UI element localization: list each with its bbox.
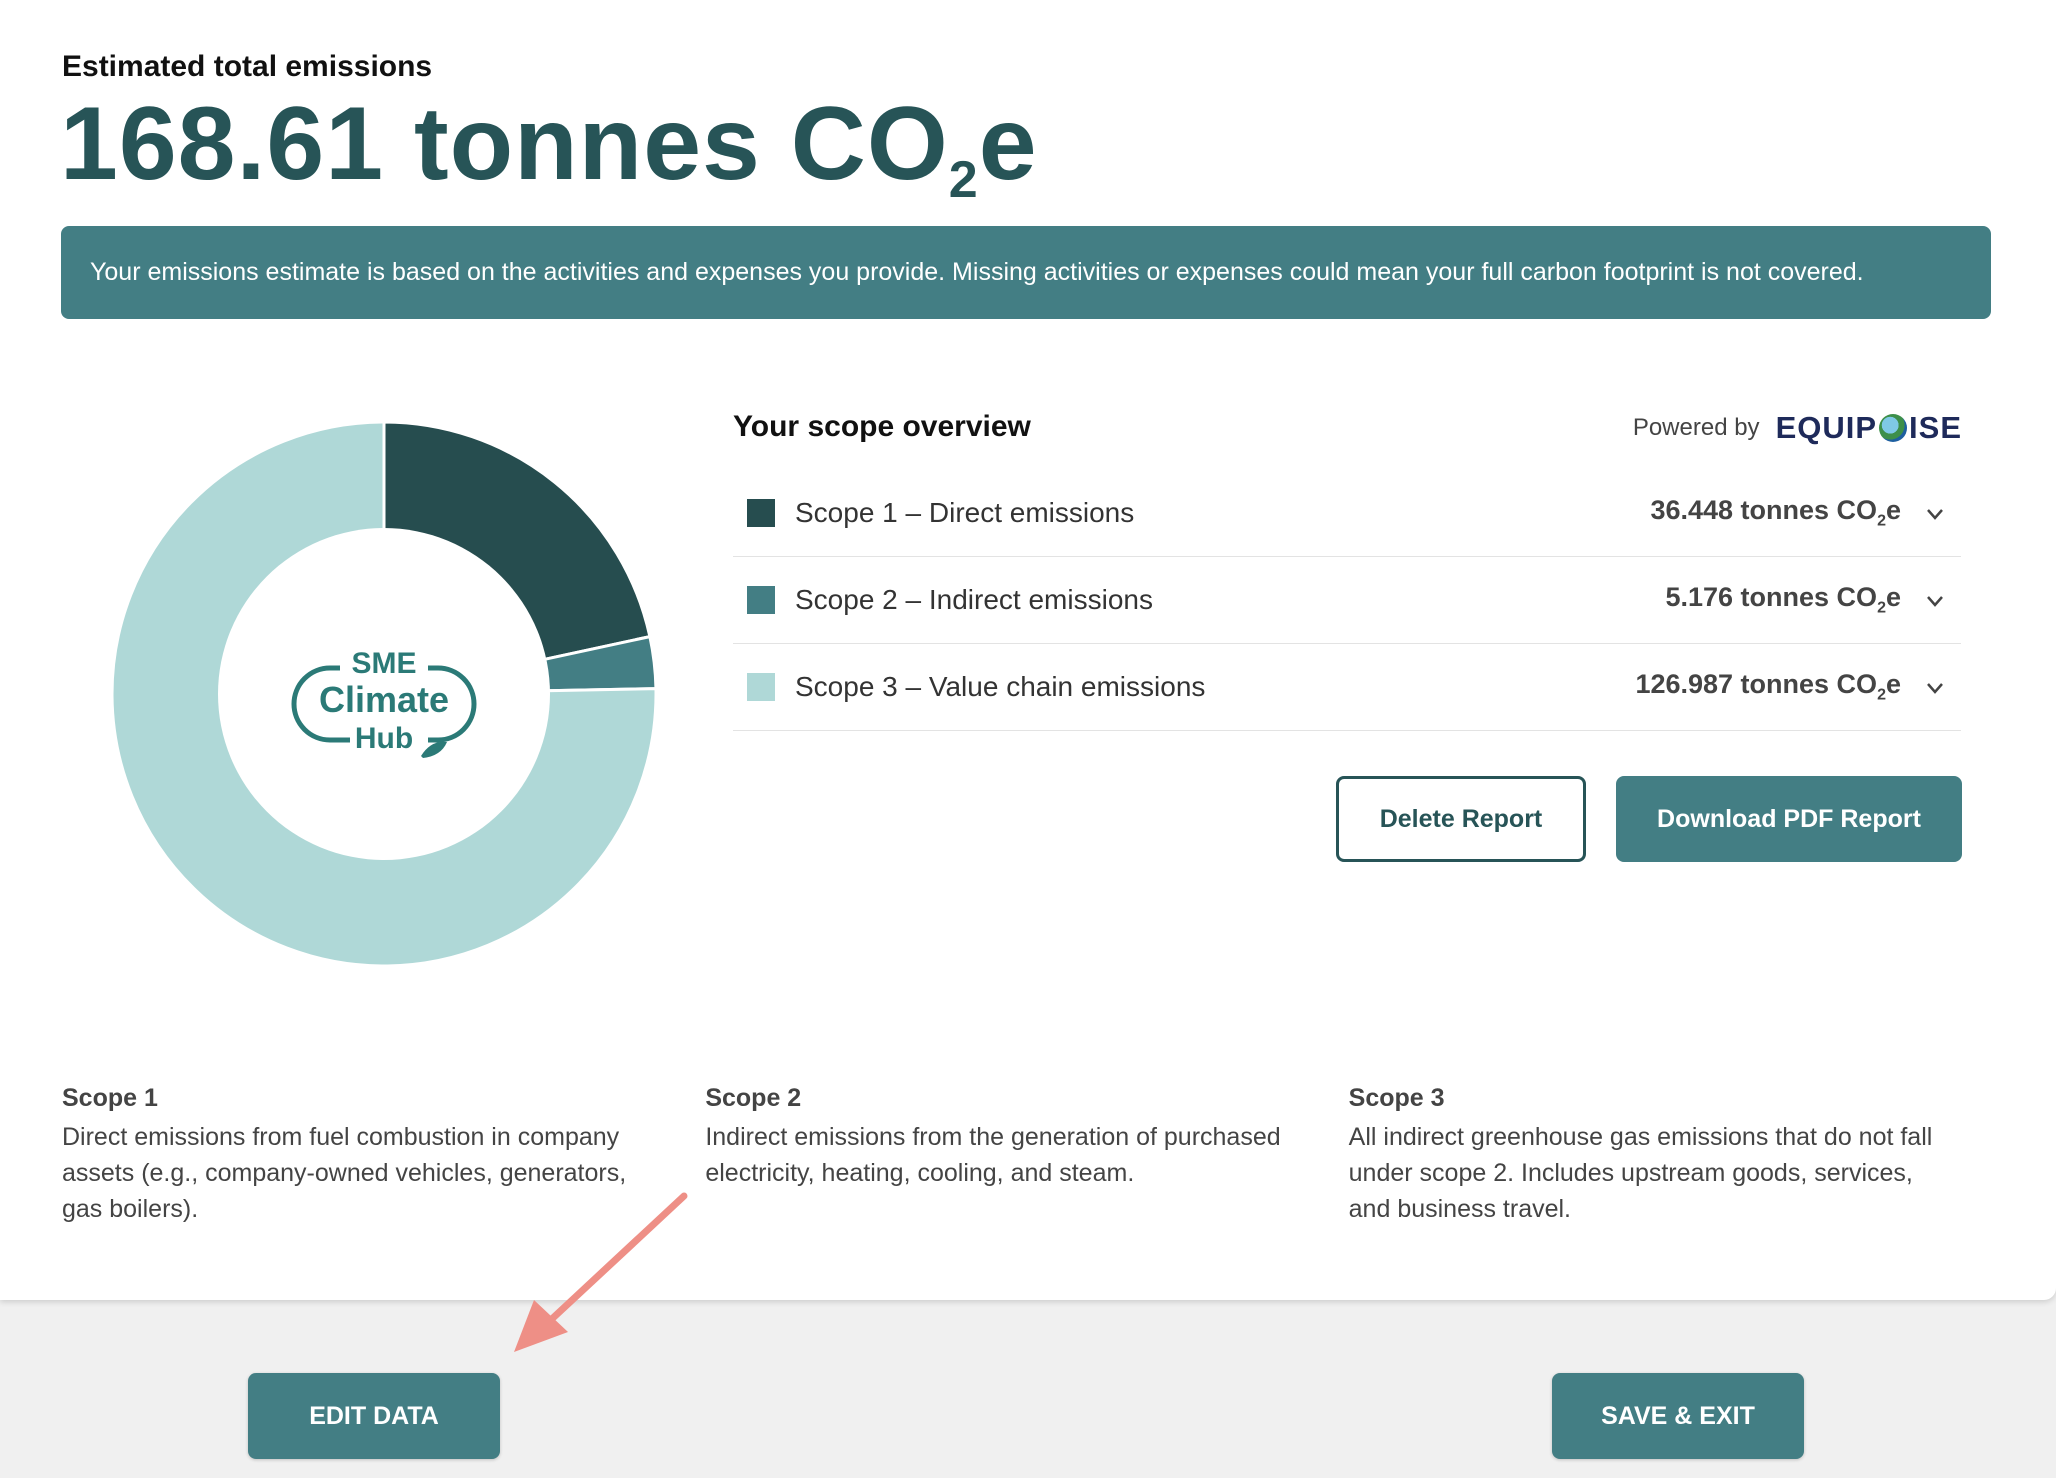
definition-text: Indirect emissions from the generation o…	[705, 1123, 1281, 1187]
info-banner: Your emissions estimate is based on the …	[61, 226, 1991, 319]
globe-icon	[1879, 414, 1908, 442]
scope-2-name: Scope 2 – Indirect emissions	[795, 584, 1153, 615]
scope-2-value: 5.176 tonnes CO2e	[1665, 582, 1901, 617]
scope-row-1[interactable]: Scope 1 – Direct emissions 36.448 tonnes…	[733, 470, 1961, 557]
scope-list: Scope 1 – Direct emissions 36.448 tonnes…	[733, 470, 1961, 731]
definition-scope-2: Scope 2 Indirect emissions from the gene…	[705, 1084, 1348, 1227]
scope-row-3[interactable]: Scope 3 – Value chain emissions 126.987 …	[733, 644, 1961, 731]
scope-donut-chart: SME Climate Hub	[110, 420, 658, 968]
download-pdf-button[interactable]: Download PDF Report	[1616, 776, 1962, 862]
definition-text: All indirect greenhouse gas emissions th…	[1348, 1123, 1933, 1223]
chevron-down-icon[interactable]	[1923, 588, 1947, 612]
logo-line-climate: Climate	[319, 679, 449, 720]
total-emissions-label: Estimated total emissions	[62, 50, 433, 83]
powered-by-label: Powered by	[1632, 414, 1760, 441]
scope-row-2[interactable]: Scope 2 – Indirect emissions 5.176 tonne…	[733, 557, 1961, 644]
scope-1-name: Scope 1 – Direct emissions	[795, 497, 1135, 528]
logo-line-hub: Hub	[355, 722, 413, 755]
definition-title: Scope 1	[62, 1084, 158, 1112]
definition-title: Scope 2	[705, 1084, 802, 1112]
scope-3-name: Scope 3 – Value chain emissions	[795, 671, 1206, 702]
chevron-down-icon[interactable]	[1923, 675, 1947, 699]
annotation-arrow-icon	[514, 1192, 688, 1352]
scope-2-swatch	[747, 586, 775, 614]
save-exit-button[interactable]: SAVE & EXIT	[1552, 1373, 1804, 1459]
definition-scope-3: Scope 3 All indirect greenhouse gas emis…	[1349, 1084, 1992, 1227]
logo-line-sme: SME	[351, 647, 416, 680]
scope-3-swatch	[747, 673, 775, 701]
scope-3-value: 126.987 tonnes CO2e	[1635, 669, 1901, 704]
scope-overview-title: Your scope overview	[733, 410, 1031, 443]
edit-data-button[interactable]: EDIT DATA	[248, 1373, 500, 1459]
results-card: Estimated total emissions 168.61 tonnes …	[0, 0, 2056, 1300]
scope-1-value: 36.448 tonnes CO2e	[1650, 495, 1901, 530]
powered-by: Powered by EQUIP ISE	[1633, 410, 1962, 446]
scope-1-swatch	[747, 499, 775, 527]
delete-report-button[interactable]: Delete Report	[1336, 776, 1586, 862]
chevron-down-icon[interactable]	[1923, 501, 1947, 525]
scope-definitions: Scope 1 Direct emissions from fuel combu…	[62, 1084, 1992, 1227]
equipoise-logo: EQUIP ISE	[1775, 410, 1962, 445]
total-emissions-value: 168.61 tonnes CO2e	[60, 86, 1038, 209]
definition-title: Scope 3	[1348, 1084, 1445, 1112]
